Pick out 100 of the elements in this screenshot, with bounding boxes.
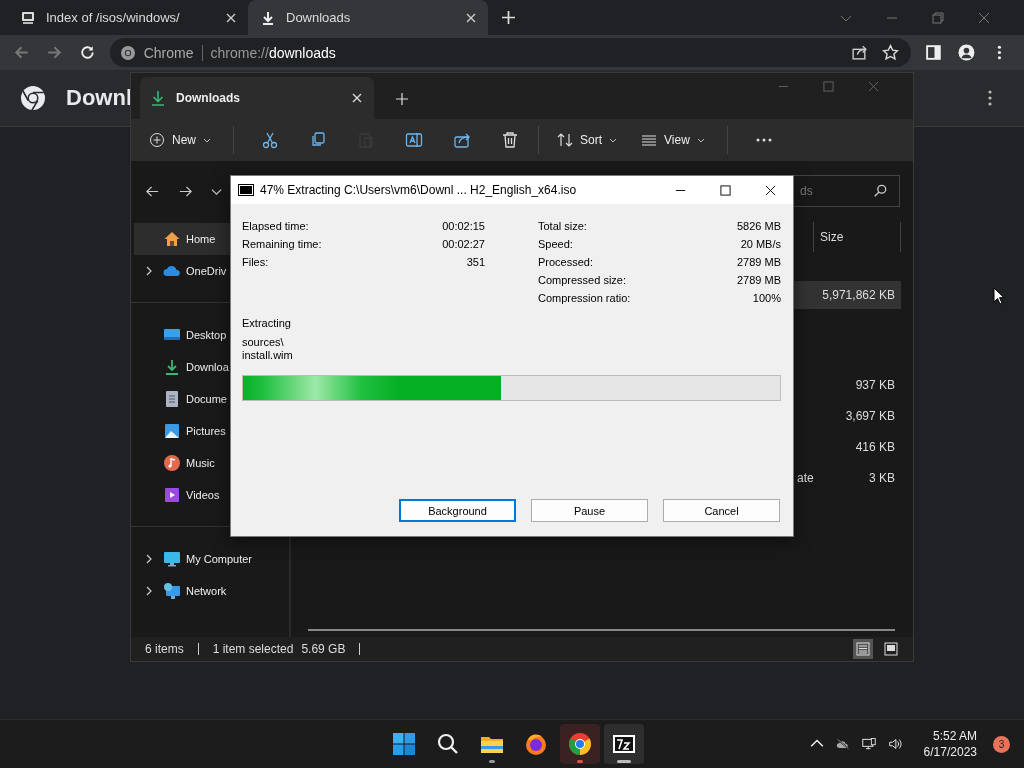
start-icon <box>392 732 416 756</box>
list-icon <box>641 132 658 148</box>
stat-value: 351 <box>466 256 485 268</box>
side-panel-icon[interactable] <box>925 44 943 61</box>
stat-label: Files: <box>242 256 269 268</box>
new-tab-icon[interactable] <box>502 11 515 24</box>
item-count: 6 items <box>145 642 184 656</box>
videos-icon <box>163 486 181 504</box>
preview-icon <box>884 642 898 656</box>
stat-value: 2789 MB <box>736 274 781 286</box>
stat-label: Compression ratio: <box>538 292 631 304</box>
stat-value: 2789 MB <box>736 256 781 268</box>
address-bar[interactable]: Chrome chrome://downloads <box>109 38 912 67</box>
url-text: chrome://downloads <box>210 44 336 61</box>
computer-icon <box>20 9 36 26</box>
stat-value: 00:02:27 <box>442 238 485 250</box>
pictures-icon <box>163 422 181 440</box>
sevenzip-taskbar-icon[interactable] <box>604 724 644 764</box>
network-icon <box>163 582 181 600</box>
share-icon[interactable] <box>453 131 471 149</box>
search-icon <box>873 184 887 198</box>
star-icon[interactable] <box>882 44 900 61</box>
maximize-icon[interactable] <box>720 184 731 196</box>
chrome-logo-icon <box>20 85 46 111</box>
sort-icon <box>557 132 573 148</box>
sidebar-item[interactable]: Pictures <box>134 415 289 447</box>
more-icon[interactable] <box>987 90 993 106</box>
archive-logo-icon <box>238 184 254 196</box>
computer-icon <box>163 550 181 568</box>
scrollbar[interactable] <box>308 629 895 631</box>
stat-value: 20 MB/s <box>740 238 781 250</box>
plus-circle-icon <box>149 132 165 148</box>
browser-tab[interactable]: Downloads <box>248 0 488 35</box>
delete-icon[interactable] <box>501 131 519 149</box>
new-button[interactable]: New <box>143 128 217 152</box>
explorer-tab[interactable]: Downloads <box>140 77 374 119</box>
caret-icon <box>696 136 705 144</box>
volume-icon[interactable] <box>887 737 902 751</box>
chrome-taskbar-icon[interactable] <box>560 724 600 764</box>
caret-icon <box>203 136 211 144</box>
table-cell-text: 5,971,862 KB <box>821 288 896 302</box>
notification-badge[interactable]: 3 <box>993 735 1010 753</box>
dialog-title: 47% Extracting C:\Users\vm6\Downl ... H2_English_x64.iso <box>260 183 577 197</box>
download-icon <box>163 358 181 376</box>
details-view-button[interactable] <box>853 639 873 659</box>
column-header[interactable]: Size <box>813 222 901 252</box>
chrome-icon <box>568 732 592 756</box>
new-tab-icon[interactable] <box>396 93 408 105</box>
dialog-button[interactable]: Pause <box>531 499 648 522</box>
stat-value: 5826 MB <box>736 220 781 232</box>
cloud-off-icon[interactable] <box>835 737 850 751</box>
file-path: sources\ <box>242 336 285 349</box>
sidebar-item[interactable]: Videos <box>134 479 289 511</box>
view-button[interactable]: View <box>635 128 711 152</box>
dialog-button[interactable]: Background <box>399 499 516 522</box>
sort-button[interactable]: Sort <box>551 128 624 152</box>
table-cell: ate <box>797 470 814 485</box>
cut-icon[interactable] <box>261 131 279 149</box>
clock-date[interactable]: 6/17/2023 <box>923 744 977 760</box>
selection-count: 1 item selected <box>212 642 294 656</box>
sidebar-item[interactable]: Network <box>134 575 289 607</box>
clock-time[interactable]: 5:52 AM <box>932 728 977 744</box>
reload-icon[interactable] <box>78 44 96 61</box>
chevron-right-icon[interactable] <box>145 266 153 276</box>
download-icon <box>150 90 166 106</box>
dialog-button[interactable]: Cancel <box>663 499 780 522</box>
firefox-icon <box>524 732 548 756</box>
chevron-right-icon[interactable] <box>145 586 153 596</box>
copy-icon[interactable] <box>309 131 327 149</box>
table-cell-text: 937 KB <box>854 377 896 392</box>
action-label: Extracting <box>242 317 292 329</box>
rename-icon[interactable] <box>405 131 423 149</box>
close-icon[interactable] <box>765 184 776 196</box>
file-path: install.wim <box>242 349 294 362</box>
profile-icon[interactable] <box>958 44 976 61</box>
document-icon <box>163 390 181 408</box>
tiles-view-button[interactable] <box>881 639 901 659</box>
table-cell-text: 3,697 KB <box>844 408 896 423</box>
chrome-logo-icon <box>119 44 136 61</box>
cursor-icon <box>993 287 1005 305</box>
share-icon[interactable] <box>851 44 869 61</box>
sidebar-item[interactable]: My Computer <box>134 543 289 575</box>
caret-icon <box>609 136 618 144</box>
sevenzip-icon <box>612 732 636 756</box>
restore-icon[interactable] <box>932 11 944 24</box>
table-cell-text: 416 KB <box>854 439 896 454</box>
page-title: Downl <box>66 85 132 111</box>
sidebar-item[interactable]: Music <box>134 447 289 479</box>
chevron-right-icon[interactable] <box>145 554 153 564</box>
table-cell-text: 3 KB <box>868 470 896 485</box>
home-icon <box>163 230 181 248</box>
stat-label: Speed: <box>538 238 573 250</box>
sidebar-item[interactable]: Docume <box>134 383 289 415</box>
download-icon <box>260 9 276 26</box>
stat-label: Total size: <box>538 220 587 232</box>
browser-tab[interactable]: Index of /isos/windows/ <box>8 0 248 35</box>
network-icon[interactable] <box>861 737 876 751</box>
selection-size: 5.69 GB <box>301 642 346 656</box>
music-icon <box>163 454 181 472</box>
details-icon <box>856 642 870 656</box>
